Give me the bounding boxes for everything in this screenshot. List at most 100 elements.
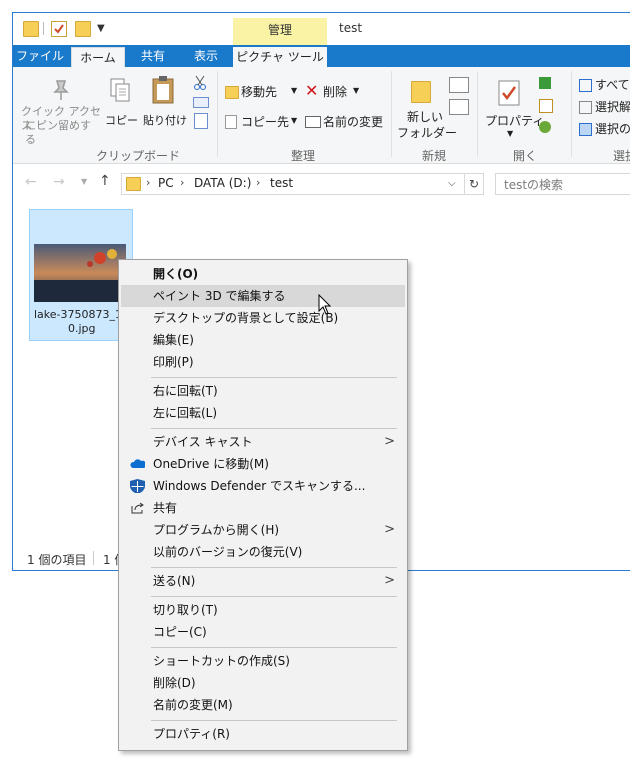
menu-item-label: 左に回転(L) (153, 406, 218, 420)
menu-item-label: プログラムから開く(H) (153, 523, 280, 537)
menu-item-label: 以前のバージョンの復元(V) (153, 545, 303, 559)
address-bar[interactable]: › PC › DATA (D:) › test ⌵ (121, 173, 465, 195)
menu-item-rotate-left[interactable]: 左に回転(L) (121, 402, 405, 424)
open-icon[interactable] (539, 77, 551, 89)
menu-item-send-to[interactable]: 送る(N) > (121, 570, 405, 592)
menu-item-label: 編集(E) (153, 333, 194, 347)
new-folder-button[interactable]: 新しい フォルダー (395, 71, 457, 145)
chevron-right-icon: > (384, 522, 395, 537)
menu-item-share[interactable]: 共有 (121, 497, 405, 519)
chevron-down-icon: ▼ (507, 129, 514, 138)
invert-selection-icon (579, 123, 592, 136)
menu-item-label: 名前の変更(M) (153, 698, 233, 712)
breadcrumb-test[interactable]: test (270, 176, 293, 190)
invert-selection-button[interactable]: 選択の (579, 121, 630, 137)
refresh-icon[interactable]: ↻ (465, 173, 484, 195)
chevron-right-icon: > (384, 573, 395, 588)
new-item-icon[interactable] (449, 77, 469, 93)
tab-share[interactable]: 共有 (127, 45, 179, 67)
select-none-button[interactable]: 選択解 (579, 99, 630, 115)
properties-qat-icon[interactable] (51, 21, 67, 37)
paste-button[interactable]: 貼り付け (141, 71, 189, 141)
menu-item-rotate-right[interactable]: 右に回転(T) (121, 380, 405, 402)
context-tab-group-label: 管理 (233, 18, 327, 45)
qat-dropdown-icon[interactable]: ▼ (97, 23, 105, 34)
recent-dropdown-icon[interactable]: ▼ (81, 177, 87, 186)
properties-label: プロパティ (485, 114, 545, 128)
move-folder-icon (225, 86, 239, 99)
copy-to-icon (225, 115, 237, 129)
easy-access-icon[interactable] (449, 99, 469, 115)
cut-icon[interactable] (193, 75, 207, 91)
properties-button[interactable]: プロパティ ▼ (481, 71, 544, 145)
properties-icon (498, 80, 520, 106)
move-to-button[interactable]: 移動先 ▼ (223, 83, 299, 103)
menu-item-defender-scan[interactable]: Windows Defender でスキャンする... (121, 475, 405, 497)
menu-item-onedrive-move[interactable]: OneDrive に移動(M) (121, 453, 405, 475)
copy-to-button[interactable]: コピー先 ▼ (223, 113, 299, 133)
edit-icon[interactable] (539, 99, 553, 113)
menu-item-edit-paint3d[interactable]: ペイント 3D で編集する (121, 285, 405, 307)
pin-quick-access-button[interactable]: クイック アクセス にピン留めする (19, 71, 101, 146)
address-dropdown-icon[interactable]: ⌵ (448, 178, 456, 189)
history-icon[interactable] (539, 121, 551, 133)
menu-item-delete[interactable]: 削除(D) (121, 672, 405, 694)
back-arrow-icon[interactable]: ← (25, 174, 37, 190)
pin-label-2: にピン留めする (25, 119, 91, 146)
tab-file[interactable]: ファイル (13, 45, 67, 67)
menu-item-create-shortcut[interactable]: ショートカットの作成(S) (121, 650, 405, 672)
group-label-clipboard: クリップボード (95, 149, 180, 163)
paste-shortcut-icon[interactable] (194, 113, 208, 129)
select-all-button[interactable]: すべて選 (579, 77, 630, 93)
new-folder-label-1: 新しい (407, 110, 444, 124)
tab-view[interactable]: 表示 (181, 45, 231, 67)
menu-item-edit[interactable]: 編集(E) (121, 329, 405, 351)
menu-item-label: 送る(N) (153, 574, 196, 588)
group-separator (571, 71, 572, 157)
copy-path-icon[interactable] (193, 97, 209, 108)
onedrive-cloud-icon (130, 459, 145, 468)
menu-item-rename[interactable]: 名前の変更(M) (121, 694, 405, 716)
menu-item-properties[interactable]: プロパティ(R) (121, 723, 405, 745)
group-label-select: 選択 (613, 149, 630, 163)
menu-item-print[interactable]: 印刷(P) (121, 351, 405, 373)
tab-home[interactable]: ホーム (71, 47, 125, 68)
menu-separator (151, 377, 397, 378)
breadcrumb-separator-icon[interactable]: › (256, 176, 260, 189)
menu-item-open[interactable]: 開く(O) (121, 263, 405, 285)
folder-icon (23, 21, 39, 37)
menu-item-label: コピー(C) (153, 625, 207, 639)
menu-item-cut[interactable]: 切り取り(T) (121, 599, 405, 621)
menu-separator (151, 596, 397, 597)
group-separator (477, 71, 478, 157)
menu-item-restore-previous-versions[interactable]: 以前のバージョンの復元(V) (121, 541, 405, 563)
menu-item-label: デスクトップの背景として設定(B) (153, 311, 339, 325)
delete-button[interactable]: ✕ 削除 ▼ (303, 81, 361, 103)
breadcrumb-separator-icon[interactable]: › (180, 176, 184, 189)
select-none-icon (579, 101, 592, 114)
group-label-new: 新規 (421, 149, 446, 163)
file-name-2: 0.jpg (68, 322, 96, 335)
rename-button[interactable]: 名前の変更 (303, 113, 387, 133)
tab-picture-tools[interactable]: ピクチャ ツール (233, 47, 327, 67)
copy-button[interactable]: コピー (105, 71, 138, 141)
search-input[interactable]: testの検索 (495, 173, 630, 195)
forward-arrow-icon[interactable]: → (53, 174, 65, 190)
up-arrow-icon[interactable]: ↑ (99, 173, 111, 189)
breadcrumb-pc[interactable]: PC (158, 176, 174, 190)
copy-label: コピー (105, 114, 138, 127)
search-placeholder: testの検索 (504, 178, 564, 192)
breadcrumb-drive[interactable]: DATA (D:) (194, 176, 251, 190)
menu-item-set-desktop-background[interactable]: デスクトップの背景として設定(B) (121, 307, 405, 329)
menu-item-open-with[interactable]: プログラムから開く(H) > (121, 519, 405, 541)
menu-item-copy[interactable]: コピー(C) (121, 621, 405, 643)
menu-item-label: デバイス キャスト (153, 435, 253, 449)
rename-label: 名前の変更 (323, 115, 384, 129)
image-thumbnail (34, 244, 126, 302)
breadcrumb-separator-icon[interactable]: › (146, 176, 150, 189)
chevron-down-icon: ▼ (353, 86, 360, 95)
divider (43, 22, 44, 35)
clipboard-icon (152, 76, 174, 104)
new-folder-qat-icon[interactable] (75, 21, 91, 37)
menu-item-device-cast[interactable]: デバイス キャスト > (121, 431, 405, 453)
